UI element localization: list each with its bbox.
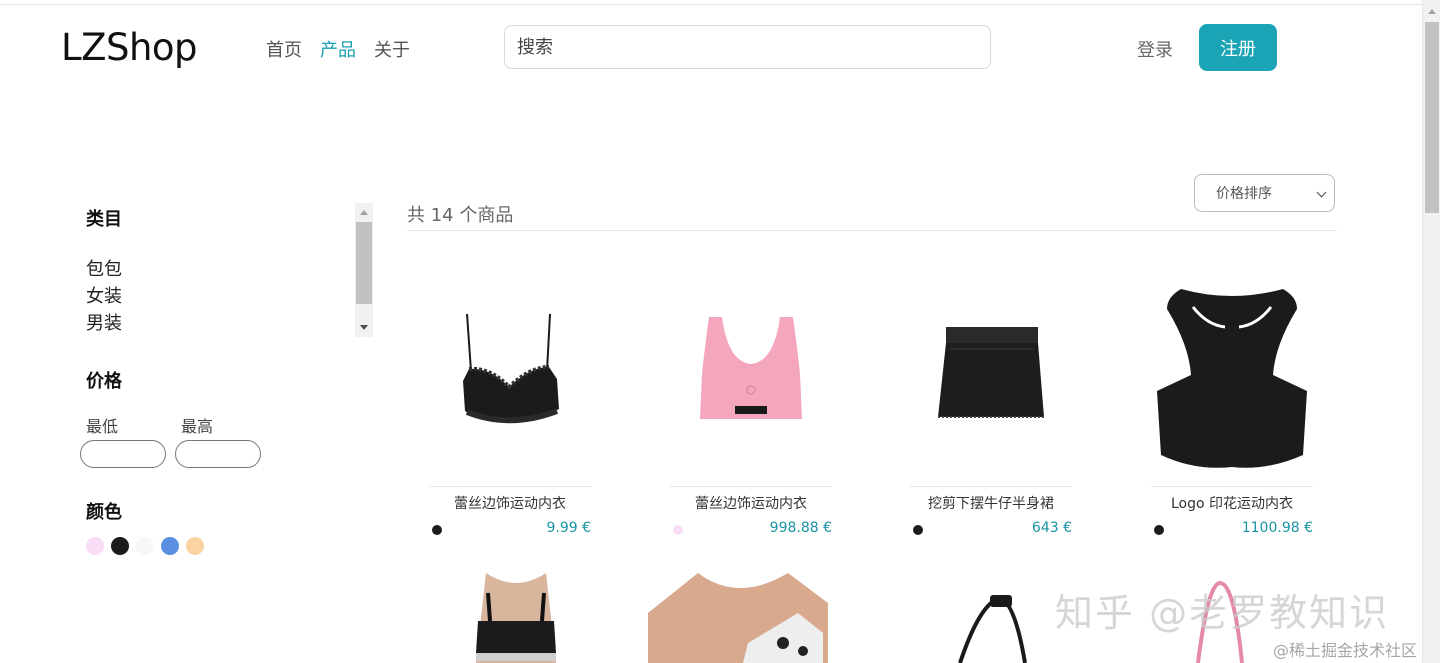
product-color-dot (432, 525, 442, 535)
category-item-bags[interactable]: 包包 (86, 256, 122, 283)
black-lace-bra-image (463, 313, 559, 424)
model-print-top-image (648, 573, 828, 663)
color-swatch-white[interactable] (136, 537, 154, 555)
logo[interactable]: LZShop (61, 26, 198, 69)
product-name[interactable]: Logo 印花运动内衣 (1127, 493, 1337, 513)
product-name[interactable]: 挖剪下摆牛仔半身裙 (886, 493, 1096, 513)
product-image[interactable] (950, 573, 1040, 663)
sort-select-label: 价格排序 (1216, 186, 1272, 202)
color-title: 颜色 (86, 502, 122, 523)
product-color-dot (913, 525, 923, 535)
color-swatch-pink[interactable] (86, 537, 104, 555)
product-image[interactable] (646, 265, 856, 483)
nav-home[interactable]: 首页 (266, 36, 302, 62)
product-image[interactable] (648, 573, 828, 663)
category-scrollbar[interactable] (355, 203, 373, 337)
scrollbar-thumb[interactable] (356, 222, 372, 304)
price-max-label: 最高 (181, 417, 214, 436)
category-item-women[interactable]: 女装 (86, 283, 122, 310)
search-input[interactable] (504, 25, 991, 69)
register-button[interactable]: 注册 (1199, 24, 1277, 71)
product-price: 9.99 € (546, 520, 591, 536)
page-scrollbar[interactable] (1422, 0, 1440, 663)
product-image[interactable] (886, 265, 1096, 483)
price-max-input[interactable] (175, 440, 261, 468)
product-color-dot (1154, 525, 1164, 535)
product-card[interactable]: 蕾丝边饰运动内衣 9.99 € (405, 265, 615, 555)
card-separator (429, 486, 591, 487)
price-min-label: 最低 (86, 417, 119, 436)
sort-select[interactable]: 价格排序 (1194, 174, 1335, 212)
color-swatches (86, 537, 204, 555)
black-bag-strap-image (958, 595, 1027, 663)
price-min-input[interactable] (80, 440, 166, 468)
color-swatch-black[interactable] (111, 537, 129, 555)
product-name[interactable]: 蕾丝边饰运动内衣 (405, 493, 615, 513)
category-title: 类目 (86, 209, 122, 230)
category-list: 包包 女装 男装 (86, 256, 122, 337)
model-black-bra-image (456, 573, 576, 663)
scrollbar-thumb[interactable] (1425, 22, 1439, 213)
price-title: 价格 (86, 371, 122, 392)
watermark: 知乎 @老罗教知识 (1055, 591, 1390, 635)
black-racer-top-image (1157, 289, 1307, 468)
color-swatch-peach[interactable] (186, 537, 204, 555)
scroll-up-icon[interactable] (1428, 9, 1436, 14)
scroll-down-icon[interactable] (360, 325, 368, 330)
product-count: 共 14 个商品 (407, 205, 514, 226)
card-separator (1151, 486, 1313, 487)
color-swatch-blue[interactable] (161, 537, 179, 555)
product-image[interactable] (405, 265, 615, 483)
product-card[interactable]: 挖剪下摆牛仔半身裙 643 € (886, 265, 1096, 555)
scroll-up-icon[interactable] (360, 210, 368, 215)
product-name[interactable]: 蕾丝边饰运动内衣 (646, 493, 856, 513)
product-card[interactable]: Logo 印花运动内衣 1100.98 € (1127, 265, 1337, 555)
nav-products[interactable]: 产品 (320, 36, 356, 62)
main-nav: 首页 产品 关于 (266, 36, 410, 62)
card-separator (910, 486, 1072, 487)
product-card[interactable]: 蕾丝边饰运动内衣 998.88 € (646, 265, 856, 555)
product-color-dot (673, 525, 683, 535)
product-price: 1100.98 € (1241, 520, 1313, 536)
chevron-down-icon (1316, 187, 1327, 198)
product-image[interactable] (456, 573, 576, 663)
top-border (0, 4, 1422, 5)
nav-about[interactable]: 关于 (374, 36, 410, 62)
black-denim-skirt-image (938, 327, 1044, 418)
product-price: 998.88 € (769, 520, 832, 536)
card-separator (670, 486, 832, 487)
divider (407, 230, 1337, 231)
product-price: 643 € (1031, 520, 1072, 536)
watermark-sub: @稀土掘金技术社区 (1273, 641, 1418, 660)
category-item-men[interactable]: 男装 (86, 310, 122, 337)
product-image[interactable] (1127, 265, 1337, 483)
pink-sports-bra-image (700, 317, 802, 419)
login-link[interactable]: 登录 (1137, 36, 1173, 62)
